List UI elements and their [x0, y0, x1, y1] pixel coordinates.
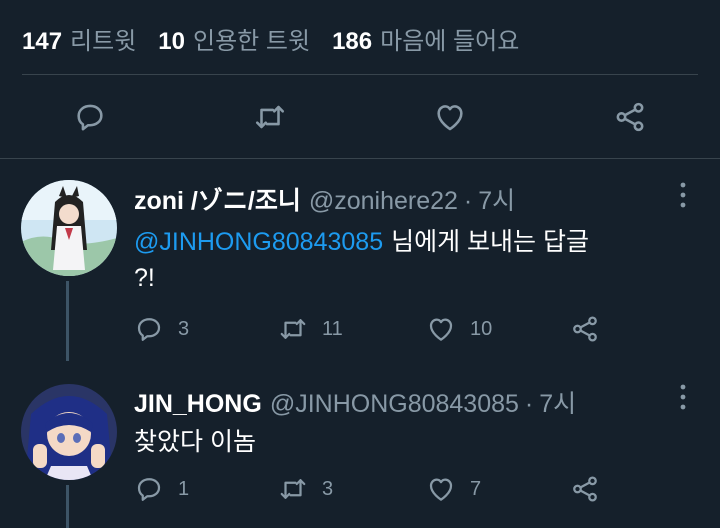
like-button[interactable]: [428, 95, 472, 139]
username[interactable]: @JINHONG80843085: [270, 390, 519, 419]
quote-tweets-count: 10: [158, 27, 185, 55]
retweets-count: 147: [22, 27, 63, 55]
mention-link[interactable]: @JINHONG80843085: [134, 228, 383, 256]
share-icon: [616, 102, 644, 132]
username[interactable]: @zonihere22: [309, 187, 458, 216]
stats-divider: [22, 74, 698, 75]
quote-tweets-stat[interactable]: 10 인용한 트윗: [158, 21, 310, 56]
replying-to-label: 님에게 보내는 답글: [391, 228, 590, 256]
retweet-count: 11: [322, 317, 343, 340]
tweet-text: ?!: [134, 264, 155, 292]
more-options-button[interactable]: [668, 382, 698, 412]
replying-to: @JINHONG80843085 님에게 보내는 답글: [134, 222, 589, 258]
reply-count: 1: [178, 477, 190, 500]
retweet-button[interactable]: [248, 95, 292, 139]
reply-button[interactable]: [68, 95, 112, 139]
avatar-image: [21, 384, 117, 480]
reply-icon: [137, 478, 161, 501]
like-count: 10: [470, 317, 493, 340]
separator: ·: [524, 390, 534, 418]
retweet-button[interactable]: 3: [278, 472, 333, 506]
reply-tweet[interactable]: JIN_HONG @JINHONG80843085 · 7시 찾았다 이놈 1 …: [0, 360, 720, 528]
heart-icon: [429, 478, 453, 501]
tweet-text: 찾았다 이놈: [134, 428, 256, 456]
timestamp[interactable]: 7시: [539, 384, 576, 420]
like-count: 7: [470, 477, 482, 500]
main-tweet-actions: [0, 95, 720, 139]
share-button[interactable]: [608, 95, 652, 139]
retweet-icon: [280, 479, 306, 499]
tweet-header: JIN_HONG @JINHONG80843085 · 7시: [134, 384, 576, 420]
like-button[interactable]: 10: [426, 312, 492, 346]
more-icon: [680, 182, 686, 208]
retweet-button[interactable]: 11: [278, 312, 343, 346]
retweets-label: 리트윗: [70, 27, 137, 55]
heart-icon: [429, 318, 453, 341]
reply-icon: [77, 104, 103, 131]
tweet-header: zoni /ゾニ/조니 @zonihere22 · 7시: [134, 181, 515, 217]
reply-tweet[interactable]: zoni /ゾニ/조니 @zonihere22 · 7시 @JINHONG808…: [0, 158, 720, 361]
thread-line: [66, 485, 69, 528]
display-name[interactable]: JIN_HONG: [134, 390, 262, 419]
reply-icon: [137, 318, 161, 341]
avatar[interactable]: [21, 384, 117, 480]
display-name[interactable]: zoni /ゾニ/조니: [134, 181, 301, 217]
avatar-image: [21, 180, 117, 276]
thread-line: [66, 281, 69, 361]
retweet-count: 3: [322, 477, 334, 500]
like-button[interactable]: 7: [426, 472, 481, 506]
likes-stat[interactable]: 186 마음에 들어요: [332, 21, 519, 56]
heart-icon: [437, 105, 463, 131]
share-button[interactable]: [570, 312, 600, 346]
separator: ·: [463, 187, 473, 215]
quote-tweets-label: 인용한 트윗: [193, 27, 311, 55]
avatar[interactable]: [21, 180, 117, 276]
reply-button[interactable]: 3: [134, 312, 189, 346]
timestamp[interactable]: 7시: [478, 181, 515, 217]
retweet-icon: [255, 105, 285, 129]
more-icon: [680, 384, 686, 410]
tweet-stats: 147 리트윗 10 인용한 트윗 186 마음에 들어요: [22, 18, 519, 58]
likes-count: 186: [332, 27, 373, 55]
share-icon: [573, 316, 597, 342]
retweet-icon: [280, 319, 306, 339]
retweets-stat[interactable]: 147 리트윗: [22, 21, 136, 56]
share-button[interactable]: [570, 472, 600, 506]
more-options-button[interactable]: [668, 180, 698, 210]
reply-button[interactable]: 1: [134, 472, 189, 506]
likes-label: 마음에 들어요: [380, 27, 520, 55]
share-icon: [573, 476, 597, 502]
reply-count: 3: [178, 317, 190, 340]
